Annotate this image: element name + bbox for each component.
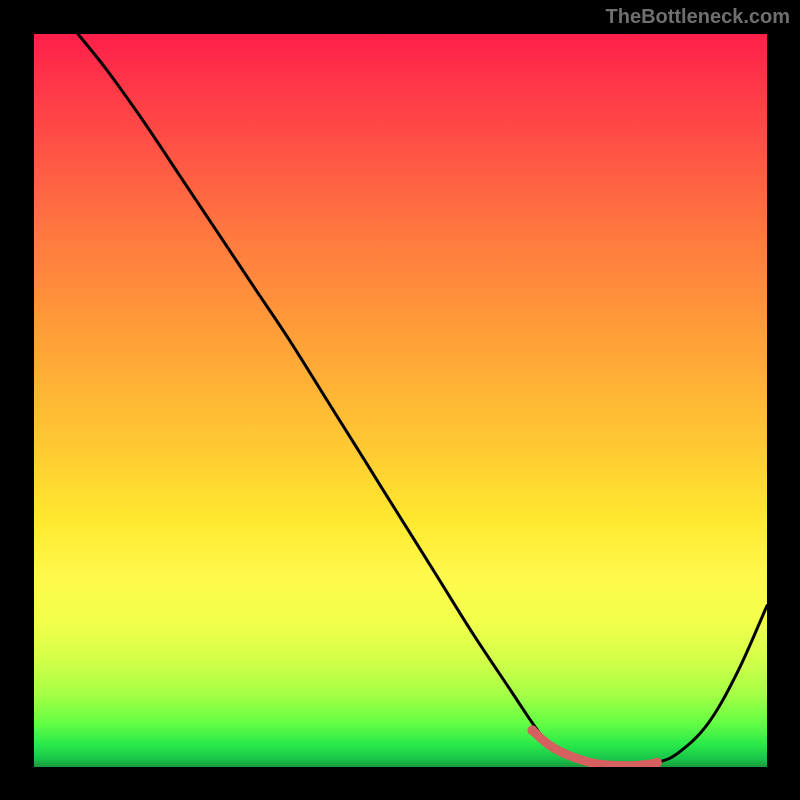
- chart-svg: [34, 34, 767, 767]
- figure-frame: TheBottleneck.com: [0, 0, 800, 800]
- bottleneck-curve: [78, 34, 767, 766]
- watermark-text: TheBottleneck.com: [606, 6, 790, 29]
- plot-area: [34, 34, 767, 767]
- highlight-end-dot: [527, 725, 537, 735]
- optimal-range-highlight: [532, 730, 657, 765]
